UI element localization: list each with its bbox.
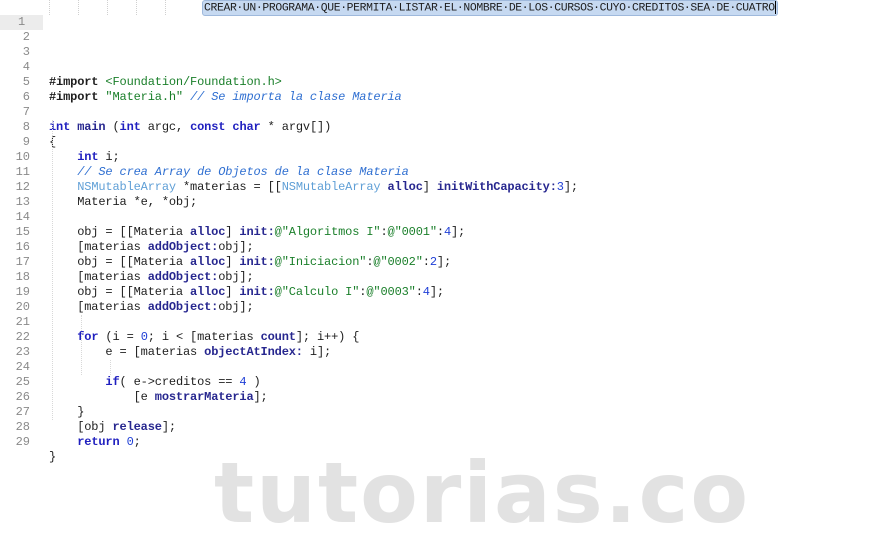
code-line-24[interactable]: 24 if( e->creditos == 4 )	[0, 345, 880, 389]
code-line-2[interactable]: 2	[0, 15, 880, 44]
code-line-5[interactable]: 5 #import "Materia.h" // Se importa la c…	[0, 60, 880, 104]
indent-guide	[136, 0, 137, 15]
code-line-16[interactable]: 16 obj = [[Materia alloc] init:@"Iniciac…	[0, 225, 880, 269]
code-line-13[interactable]: 13	[0, 180, 880, 209]
banner-text: CREAR·UN·PROGRAMA·QUE·PERMITA·LISTAR·EL·…	[204, 2, 775, 15]
code-text: return 0;	[49, 435, 141, 450]
code-line-27[interactable]: 27 [obj release];	[0, 390, 880, 434]
code-line-15[interactable]: 15 [materias addObject:obj];	[0, 210, 880, 254]
code-line-26[interactable]: 26 }	[0, 375, 880, 419]
code-line-28[interactable]: 28 return 0;	[0, 405, 880, 449]
code-line-9[interactable]: 9 int i;	[0, 120, 880, 164]
indent-guide	[107, 0, 108, 15]
code-line-22[interactable]: 22 e = [materias objectAtIndex: i];	[0, 315, 880, 359]
code-line-12[interactable]: 12 Materia *e, *obj;	[0, 165, 880, 209]
code-line-10[interactable]: 10 // Se crea Array de Objetos de la cla…	[0, 135, 880, 179]
code-line-6[interactable]: 6	[0, 75, 880, 104]
code-text: }	[49, 450, 57, 464]
code-line-23[interactable]: 23	[0, 330, 880, 359]
indent-guide	[52, 120, 53, 420]
code-token: ;	[133, 435, 141, 449]
keyword: return	[77, 435, 120, 449]
code-line-1[interactable]: 1 CREAR·UN·PROGRAMA·QUE·PERMITA·LISTAR·E…	[0, 0, 880, 30]
code-line-14[interactable]: 14 obj = [[Materia alloc] init:@"Algorit…	[0, 195, 880, 239]
indent-guide	[110, 360, 111, 375]
code-line-8[interactable]: 8 {	[0, 105, 880, 149]
text-cursor	[774, 1, 776, 14]
line-number: 29	[15, 435, 30, 449]
code-line-4[interactable]: 4 #import <Foundation/Foundation.h>	[0, 45, 880, 89]
code-line-20[interactable]: 20	[0, 285, 880, 314]
code-line-3[interactable]: 3	[0, 30, 880, 59]
watermark-logo: tutorias.co	[214, 444, 751, 542]
code-line-21[interactable]: 21 for (i = 0; i < [materias count]; i++…	[0, 300, 880, 344]
code-line-18[interactable]: 18 obj = [[Materia alloc] init:@"Calculo…	[0, 255, 880, 299]
code-line-7[interactable]: 7 int main (int argc, const char * argv[…	[0, 90, 880, 134]
indent-guide	[49, 0, 50, 15]
code-line-19[interactable]: 19 [materias addObject:obj];	[0, 270, 880, 314]
indent-guide	[165, 0, 166, 15]
code-line-25[interactable]: 25 [e mostrarMateria];	[0, 360, 880, 404]
selected-banner-text[interactable]: CREAR·UN·PROGRAMA·QUE·PERMITA·LISTAR·EL·…	[202, 0, 778, 16]
code-line-11[interactable]: 11 NSMutableArray *materias = [[NSMutabl…	[0, 150, 880, 194]
code-line-29[interactable]: 29 }	[0, 420, 880, 464]
indent-guide	[78, 0, 79, 15]
indent-guide	[81, 315, 82, 375]
code-editor[interactable]: 1 CREAR·UN·PROGRAMA·QUE·PERMITA·LISTAR·E…	[0, 0, 880, 464]
code-line-17[interactable]: 17 [materias addObject:obj];	[0, 240, 880, 284]
number-literal: 0	[126, 435, 134, 449]
